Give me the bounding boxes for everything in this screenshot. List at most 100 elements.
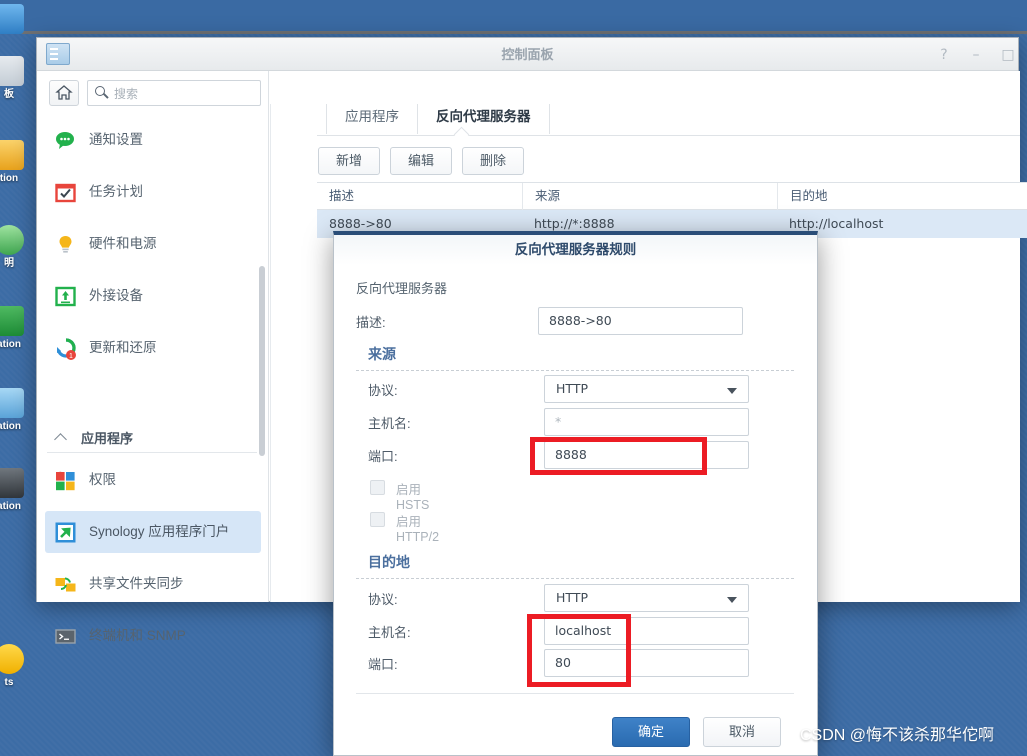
desktop-icon[interactable]: ation: [0, 306, 32, 350]
sidebar-item-hardware-power[interactable]: 硬件和电源: [45, 223, 261, 265]
desktop-icon-label: tion: [0, 173, 19, 184]
desktop-icon[interactable]: tion: [0, 140, 32, 184]
desktop-icon-label: ation: [0, 501, 21, 512]
sidebar-group-applications[interactable]: 应用程序: [45, 423, 261, 453]
sidebar-item-label: 更新和还原: [89, 340, 157, 355]
http2-checkbox[interactable]: [370, 512, 385, 527]
desktop-icon[interactable]: ation: [0, 468, 32, 512]
delete-button[interactable]: 删除: [462, 147, 524, 175]
column-header-destination[interactable]: 目的地: [777, 183, 1027, 210]
desktop-icon-glyph: [0, 4, 24, 34]
description-input[interactable]: 8888->80: [538, 307, 743, 335]
destination-hostname-value: localhost: [555, 623, 612, 638]
sidebar-item-label: 共享文件夹同步: [89, 576, 184, 591]
dialog-subtitle: 反向代理服务器: [356, 281, 448, 296]
update-restore-icon: 1: [55, 338, 76, 360]
divider: [356, 578, 794, 579]
search-icon: [95, 86, 105, 96]
desktop-top-band: [0, 0, 1027, 34]
column-header-description[interactable]: 描述: [317, 183, 522, 210]
destination-protocol-select[interactable]: HTTP: [544, 584, 749, 612]
ok-button[interactable]: 确定: [612, 717, 690, 747]
description-value: 8888->80: [549, 313, 612, 328]
sidebar-item-label: 硬件和电源: [89, 236, 157, 251]
desktop-icon-glyph: [0, 225, 24, 255]
sidebar: 搜索 通知设置 任务计划 硬件和电源 外接设备 1 更新和还原 应用程序 权限 …: [37, 71, 269, 644]
cancel-button[interactable]: 取消: [703, 717, 781, 747]
hsts-checkbox[interactable]: [370, 480, 385, 495]
watermark: CSDN @悔不该杀那华佗啊: [800, 727, 995, 744]
edit-button[interactable]: 编辑: [390, 147, 452, 175]
source-protocol-select[interactable]: HTTP: [544, 375, 749, 403]
sidebar-item-terminal-snmp[interactable]: 终端机和 SNMP: [45, 615, 261, 657]
source-port-input[interactable]: 8888: [544, 441, 749, 469]
source-port-value: 8888: [555, 447, 587, 462]
column-header-source[interactable]: 来源: [522, 183, 777, 210]
desktop-icon[interactable]: 板: [0, 56, 32, 100]
sidebar-item-update-restore[interactable]: 1 更新和还原: [45, 327, 261, 369]
svg-text:1: 1: [69, 353, 73, 360]
http2-label: 启用 HTTP/2: [396, 515, 440, 544]
desktop-icon-glyph: [0, 468, 24, 498]
desktop-icon[interactable]: ts: [0, 644, 32, 688]
destination-protocol-label: 协议:: [368, 592, 398, 607]
divider: [47, 452, 257, 453]
search-placeholder: 搜索: [114, 87, 139, 101]
maximize-button[interactable]: □: [999, 46, 1017, 64]
sidebar-item-task-scheduler[interactable]: 任务计划: [45, 171, 261, 213]
task-scheduler-icon: [55, 182, 76, 203]
field-row-description: 描述: 8888->80: [334, 307, 819, 337]
terminal-snmp-icon: [55, 626, 76, 647]
window-titlebar[interactable]: 控制面板 ? – □ ✕: [37, 38, 1018, 71]
destination-protocol-value: HTTP: [556, 590, 588, 605]
sidebar-search-row: 搜索: [49, 80, 261, 106]
desktop-icon[interactable]: [0, 4, 32, 37]
source-hostname-input[interactable]: *: [544, 408, 749, 436]
description-label: 描述:: [356, 315, 386, 330]
sidebar-item-notification[interactable]: 通知设置: [45, 119, 261, 161]
destination-port-label: 端口:: [368, 657, 398, 672]
column-options-icon[interactable]: [1022, 190, 1027, 204]
desktop-icon[interactable]: ation: [0, 388, 32, 432]
dialog-footer-divider: [356, 693, 794, 694]
source-port-label: 端口:: [368, 449, 398, 464]
field-row-source-hostname: 主机名: *: [334, 408, 819, 438]
hardware-power-icon: [55, 234, 76, 255]
tab-applications[interactable]: 应用程序: [326, 104, 417, 134]
dialog-title: 反向代理服务器规则: [334, 235, 817, 265]
minimize-button[interactable]: –: [967, 46, 985, 64]
field-row-destination-port: 端口: 80: [334, 649, 819, 679]
field-row-destination-hostname: 主机名: localhost: [334, 617, 819, 647]
create-button[interactable]: 新增: [318, 147, 380, 175]
desktop-icon[interactable]: 明: [0, 225, 32, 269]
shared-folder-sync-icon: [55, 574, 76, 595]
source-hostname-label: 主机名:: [368, 416, 411, 431]
search-input[interactable]: 搜索: [87, 80, 261, 106]
source-protocol-value: HTTP: [556, 381, 588, 396]
sidebar-item-label: 外接设备: [89, 288, 143, 303]
desktop-icon-glyph: [0, 140, 24, 170]
sidebar-item-shared-folder-sync[interactable]: 共享文件夹同步: [45, 563, 261, 605]
field-row-source-port: 端口: 8888: [334, 441, 819, 471]
sidebar-item-application-portal[interactable]: Synology 应用程序门户: [45, 511, 261, 553]
home-button[interactable]: [49, 80, 79, 106]
sidebar-scrollbar[interactable]: [259, 266, 265, 456]
desktop-icon-label: ts: [4, 677, 14, 688]
table-header: 描述 来源 目的地: [317, 182, 1027, 210]
window-title: 控制面板: [501, 47, 554, 62]
sidebar-item-privileges[interactable]: 权限: [45, 459, 261, 501]
destination-hostname-label: 主机名:: [368, 625, 411, 640]
sidebar-group-label: 应用程序: [81, 431, 134, 446]
tab-reverse-proxy[interactable]: 反向代理服务器: [417, 104, 550, 134]
destination-port-input[interactable]: 80: [544, 649, 749, 677]
chevron-up-icon: [54, 433, 67, 446]
source-hostname-value: *: [555, 414, 562, 429]
chevron-down-icon: [727, 388, 737, 394]
destination-hostname-input[interactable]: localhost: [544, 617, 749, 645]
desktop-icon-glyph: [0, 388, 24, 418]
reverse-proxy-rule-dialog: 反向代理服务器规则 反向代理服务器 描述: 8888->80 来源 协议: HT…: [333, 231, 818, 756]
help-button[interactable]: ?: [935, 46, 953, 64]
destination-port-value: 80: [555, 655, 571, 670]
sidebar-item-external-devices[interactable]: 外接设备: [45, 275, 261, 317]
sidebar-item-label: Synology 应用程序门户: [89, 524, 230, 539]
